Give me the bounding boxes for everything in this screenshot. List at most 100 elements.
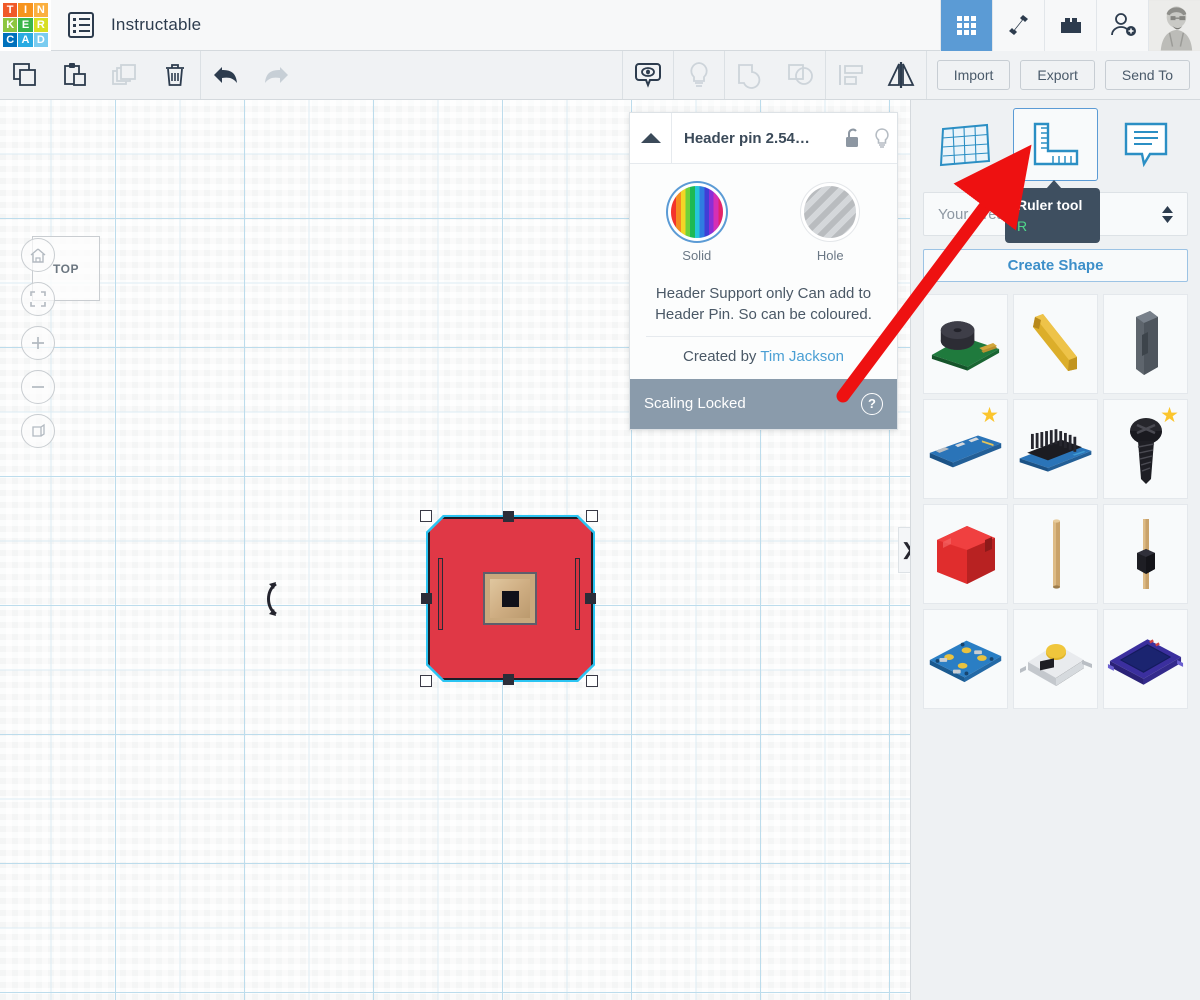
grid-apps-glyph [957,15,976,35]
home-view-icon[interactable] [21,238,55,272]
tactile-button-thumb [1019,644,1092,686]
hammer-glyph [1008,15,1028,35]
show-hide-eye-icon[interactable] [623,51,673,99]
shape-properties-header: Header pin 2.54… [630,112,897,164]
caret-up-glyph [640,133,661,143]
oled-display-thumb [1107,639,1184,685]
shape-slot-right [575,558,580,630]
tooltip-title: Ruler tool [1017,197,1083,213]
hammer-tools-icon[interactable] [992,0,1044,51]
help-icon[interactable]: ? [861,392,883,415]
add-user-glyph [1110,13,1136,36]
grid-apps-icon[interactable] [940,0,992,51]
resize-handle-left[interactable] [421,593,432,604]
copy-icon[interactable] [0,51,50,99]
paste-icon[interactable] [50,51,100,99]
rotation-handle[interactable] [258,578,288,620]
blue-breakout-board-thumb [929,435,1002,468]
gallery-item-pin-header-board[interactable] [1013,399,1098,499]
buzzer-on-pcb-thumb [931,321,1000,371]
solid-color-swatch[interactable] [670,186,723,238]
hole-swatch[interactable] [804,186,857,238]
caret-up-small [1162,205,1173,213]
gallery-item-buzzer-on-pcb[interactable] [923,294,1008,394]
delete-trash-icon[interactable] [150,51,200,99]
resize-handle-bl[interactable] [420,675,432,687]
duplicate-icon [100,51,150,99]
logo-tile-5: R [33,17,48,33]
home-glyph [30,247,46,263]
group-glyph [737,64,760,89]
resize-handle-tr[interactable] [586,510,598,522]
logo-tile-3: K [3,17,18,33]
tinkercad-logo[interactable]: T I N K E R C A D [0,0,51,51]
spinner-arrows-icon[interactable] [1162,205,1173,223]
lightbulb-glyph [690,62,708,87]
align-icon [826,51,876,99]
fit-glyph [30,291,46,307]
lightbulb-glyph-2 [875,128,889,148]
tab-ruler[interactable] [1013,108,1098,181]
main-toolbar: Import Export Send To [0,51,1200,100]
gallery-item-red-block[interactable] [923,504,1008,604]
blocks-icon[interactable] [1044,0,1096,51]
lightbulb-icon-props[interactable] [867,127,897,149]
add-user-icon[interactable] [1096,0,1148,51]
create-shape-button[interactable]: Create Shape [923,249,1188,282]
selected-shape-group[interactable] [420,510,600,688]
gallery-item-black-screw[interactable]: ★ [1103,399,1188,499]
favorite-star-icon-2: ★ [1160,404,1179,427]
gallery-item-oled-display[interactable] [1103,609,1188,709]
ortho-perspective-icon[interactable] [21,414,55,448]
solid-hole-swatches: Solid Hole [630,164,897,277]
plus-glyph [32,337,44,349]
resize-handle-right[interactable] [585,593,596,604]
resize-handle-bottom[interactable] [503,674,514,685]
pin-header-board-thumb [1019,429,1092,472]
minus-glyph [32,386,44,388]
tooltip-arrow [1046,180,1062,189]
redo-glyph [265,67,288,83]
gallery-item-tactile-button[interactable] [1013,609,1098,709]
allen-key-thumb [1032,314,1077,371]
tab-workplane[interactable] [923,108,1007,181]
hamburger-list-icon[interactable] [68,12,94,38]
shape-gallery: ★ ★ [923,294,1188,709]
hole-option[interactable]: Hole [764,186,898,263]
logo-tile-8: D [33,33,48,48]
fit-to-view-icon[interactable] [21,282,55,316]
mirror-flip-icon[interactable] [876,51,926,99]
tab-notes[interactable] [1104,108,1188,181]
resize-handle-top[interactable] [503,511,514,522]
paste-glyph [64,63,86,86]
hole-label: Hole [816,248,844,263]
gallery-item-gray-block[interactable] [1103,294,1188,394]
gallery-item-blue-sensor-pcb[interactable] [923,609,1008,709]
resize-handle-br[interactable] [586,675,598,687]
gallery-item-brass-pin[interactable] [1013,504,1098,604]
zoom-in-icon[interactable] [21,326,55,360]
collapse-panel-icon[interactable] [630,112,672,164]
unlock-glyph [846,128,858,147]
document-title[interactable]: Instructable [111,15,201,35]
export-button[interactable]: Export [1020,60,1095,90]
author-link[interactable]: Tim Jackson [760,348,844,365]
solid-option[interactable]: Solid [630,186,764,263]
zoom-out-icon[interactable] [21,370,55,404]
unlock-icon[interactable] [837,127,867,149]
avatar-photo [1149,0,1200,51]
align-glyph [838,65,863,85]
user-avatar[interactable] [1148,0,1200,51]
gallery-item-allen-key[interactable] [1013,294,1098,394]
resize-handle-tl[interactable] [420,510,432,522]
copy-glyph [13,63,36,86]
gallery-item-header-pin-single[interactable] [1103,504,1188,604]
undo-icon[interactable] [201,51,251,99]
gray-block-thumb [1135,311,1158,375]
panel-tabs [911,100,1200,181]
send-to-button[interactable]: Send To [1104,60,1190,90]
lightbulb-icon [674,51,724,99]
eye-glyph [634,63,661,88]
import-button[interactable]: Import [936,60,1011,90]
gallery-item-blue-breakout-board[interactable]: ★ [923,399,1008,499]
